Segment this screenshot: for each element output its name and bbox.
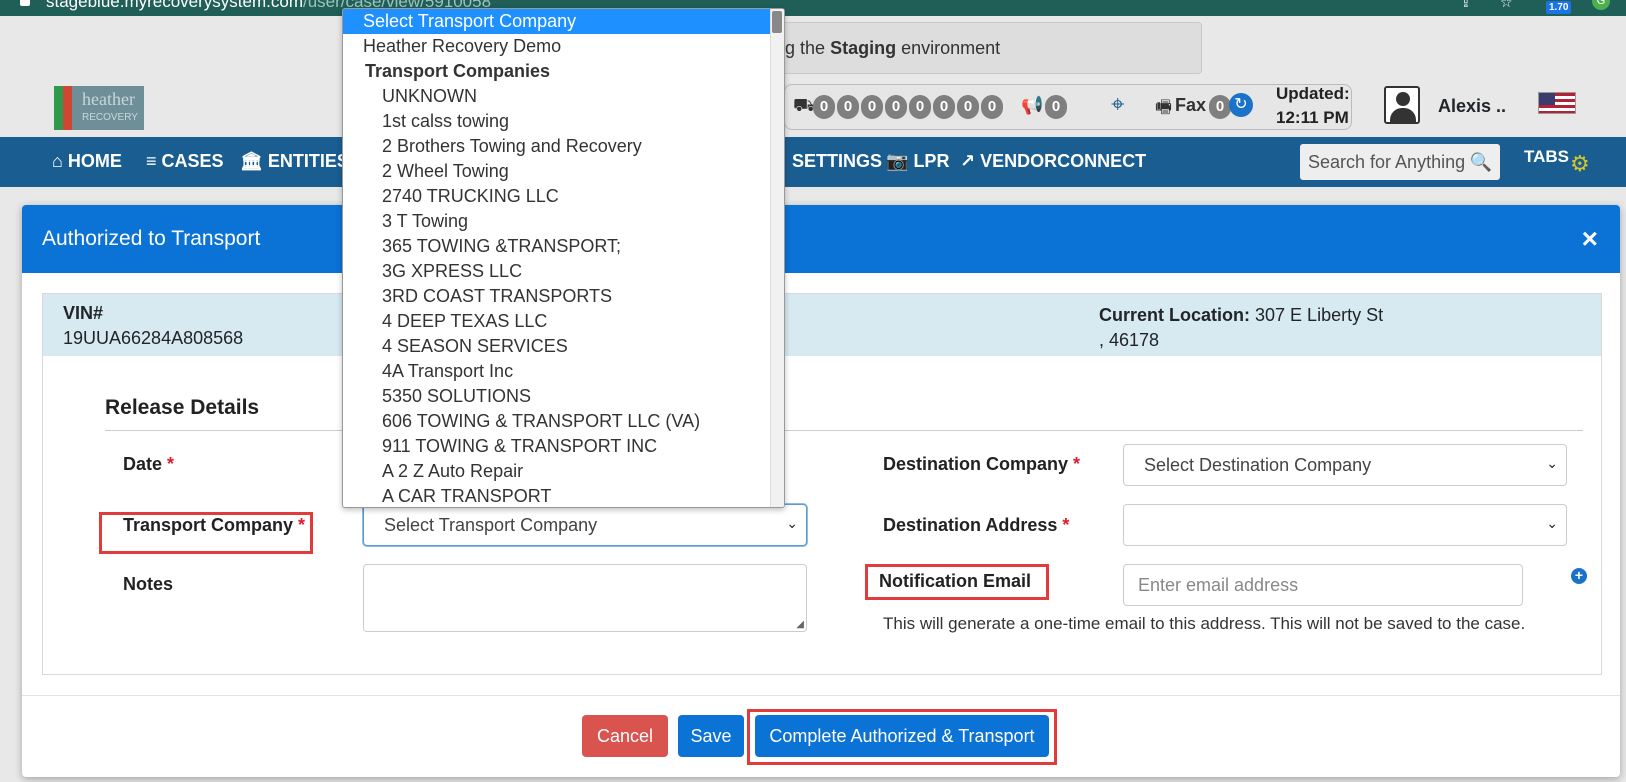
complete-authorized-transport-button[interactable]: Complete Authorized & Transport (755, 715, 1049, 757)
user-name[interactable]: Alexis .. (1438, 96, 1506, 117)
destination-company-label: Destination Company * (883, 454, 1081, 474)
counter-badge[interactable]: 0 (885, 95, 907, 119)
add-email-icon[interactable]: + (1571, 568, 1587, 584)
dropdown-option[interactable]: UNKNOWN (343, 84, 771, 109)
nav-lpr[interactable]: 📷 LPR (886, 151, 949, 172)
gear-icon[interactable]: ⚙ (1570, 151, 1590, 177)
dropdown-option[interactable]: 4 SEASON SERVICES (343, 334, 771, 359)
dropdown-option[interactable]: 365 TOWING &TRANSPORT; (343, 234, 771, 259)
modal-title: Authorized to Transport (42, 227, 261, 250)
us-flag-icon[interactable] (1538, 92, 1576, 114)
dropdown-option-selected[interactable]: Select Transport Company (343, 9, 771, 34)
dropdown-scrollbar[interactable] (770, 9, 784, 507)
nav-home[interactable]: ⌂ HOME (52, 151, 122, 172)
current-location: Current Location: 307 E Liberty St , 461… (1099, 305, 1384, 350)
counter-badge[interactable]: 0 (933, 95, 955, 119)
user-avatar[interactable] (1384, 86, 1420, 124)
nav-cases[interactable]: ≡ CASES (146, 151, 224, 172)
destination-address-label: Destination Address * (883, 515, 1070, 535)
notification-hint: This will generate a one-time email to t… (883, 614, 1526, 633)
chevron-down-icon: ⌄ (786, 515, 798, 531)
status-counters-bar: ⛟ 0 0 0 0 0 0 0 0 📢 0 ⌖ 🖷 Fax 0 ↻ (784, 84, 1352, 130)
vehicle-info-strip: VIN# 19UUA66284A808568 Current Location:… (43, 294, 1601, 356)
browser-url-bar: stageblue.myrecoverysystem.com/user/case… (0, 0, 1626, 16)
dropdown-option[interactable]: 2 Brothers Towing and Recovery (343, 134, 771, 159)
megaphone-icon: 📢 (1021, 95, 1044, 115)
fax-counter-badge[interactable]: 0 (1209, 95, 1231, 119)
destination-address-select[interactable]: ⌄ (1123, 504, 1567, 546)
home-icon: ⌂ (52, 151, 63, 171)
bank-icon: 🏛 (240, 151, 263, 171)
transport-company-select[interactable]: Select Transport Company ⌄ (363, 504, 807, 546)
transport-company-label: Transport Company * (123, 515, 306, 535)
alert-counter-badge[interactable]: 0 (1045, 95, 1067, 119)
modal-header: Authorized to Transport × (22, 205, 1620, 273)
map-pin-icon[interactable]: ⌖ (1111, 91, 1125, 119)
tabs-menu[interactable]: TABS (1524, 147, 1569, 167)
dropdown-option[interactable]: A CAR TRANSPORT (343, 484, 771, 507)
modal-footer-divider (22, 695, 1620, 696)
dropdown-option[interactable]: 3RD COAST TRANSPORTS (343, 284, 771, 309)
dropdown-option[interactable]: 5350 SOLUTIONS (343, 384, 771, 409)
counter-badge[interactable]: 0 (861, 95, 883, 119)
resize-handle-icon[interactable]: ◢ (796, 619, 804, 630)
refresh-icon[interactable]: ↻ (1229, 93, 1253, 117)
counter-badge[interactable]: 0 (957, 95, 979, 119)
dropdown-option[interactable]: 4A Transport Inc (343, 359, 771, 384)
notification-email-label: Notification Email (879, 571, 1032, 591)
section-title: Release Details (105, 396, 260, 419)
dropdown-option[interactable]: 3 T Towing (343, 209, 771, 234)
profile-icon[interactable]: G (1592, 0, 1610, 10)
notes-textarea[interactable]: ◢ (363, 564, 807, 632)
authorize-transport-modal: Authorized to Transport × VIN# 19UUA6628… (22, 205, 1620, 777)
nav-settings[interactable]: SETTINGS (792, 151, 882, 172)
save-button[interactable]: Save (678, 715, 744, 757)
main-navbar: ⌂ HOME ≡ CASES 🏛 ENTITIES SETTINGS 📷 LPR… (0, 137, 1626, 187)
destination-company-select[interactable]: Select Destination Company ⌄ (1123, 444, 1567, 486)
list-icon: ≡ (146, 151, 157, 171)
counter-badge[interactable]: 0 (909, 95, 931, 119)
lock-icon (20, 0, 30, 6)
date-label: Date * (123, 454, 175, 474)
dropdown-option[interactable]: A 2 Z Auto Repair (343, 459, 771, 484)
staging-banner: g the Staging environment (744, 22, 1202, 74)
nav-vendorconnect[interactable]: ↗ VENDORCONNECT (960, 151, 1146, 172)
dropdown-option[interactable]: 4 DEEP TEXAS LLC (343, 309, 771, 334)
divider (105, 430, 1583, 431)
search-icon[interactable]: 🔍 (1470, 152, 1492, 173)
modal-body: VIN# 19UUA66284A808568 Current Location:… (42, 293, 1602, 675)
dropdown-option[interactable]: 1st calss towing (343, 109, 771, 134)
notes-label: Notes (123, 574, 174, 594)
cancel-button[interactable]: Cancel (582, 715, 668, 757)
dropdown-option[interactable]: 3G XPRESS LLC (343, 259, 771, 284)
external-link-icon: ↗ (960, 151, 976, 171)
counter-badge[interactable]: 0 (837, 95, 859, 119)
fax-icon: 🖷 (1155, 97, 1172, 117)
counter-badge[interactable]: 0 (813, 95, 835, 119)
extension-badge[interactable]: 1.70 (1546, 1, 1572, 14)
share-icon[interactable]: ⇪ (1460, 0, 1472, 11)
chevron-down-icon: ⌄ (1546, 515, 1558, 531)
dropdown-option[interactable]: 606 TOWING & TRANSPORT LLC (VA) (343, 409, 771, 434)
updated-timestamp: Updated: 12:11 PM (1276, 84, 1350, 127)
dropdown-option[interactable]: 2740 TRUCKING LLC (343, 184, 771, 209)
chevron-down-icon: ⌄ (1546, 455, 1558, 471)
scrollbar-thumb[interactable] (772, 11, 782, 33)
dropdown-option[interactable]: Heather Recovery Demo (343, 34, 771, 59)
close-icon[interactable]: × (1582, 223, 1598, 255)
fax-label[interactable]: Fax (1175, 95, 1206, 116)
company-logo[interactable]: heather RECOVERY (54, 86, 144, 130)
global-search-input[interactable]: Search for Anything 🔍 (1300, 144, 1500, 180)
dropdown-option[interactable]: 2 Wheel Towing (343, 159, 771, 184)
notification-email-input[interactable]: Enter email address (1123, 564, 1523, 606)
vin-label: VIN# (63, 303, 104, 323)
transport-company-dropdown-list[interactable]: Select Transport Company Heather Recover… (342, 8, 785, 508)
counter-badge[interactable]: 0 (981, 95, 1003, 119)
vin-value: 19UUA66284A808568 (63, 328, 244, 348)
camera-icon: 📷 (886, 151, 909, 171)
dropdown-optgroup-label: Transport Companies (365, 61, 551, 81)
bookmark-star-icon[interactable]: ☆ (1500, 0, 1513, 11)
dropdown-option[interactable]: 911 TOWING & TRANSPORT INC (343, 434, 771, 459)
nav-entities[interactable]: 🏛 ENTITIES (240, 151, 349, 172)
